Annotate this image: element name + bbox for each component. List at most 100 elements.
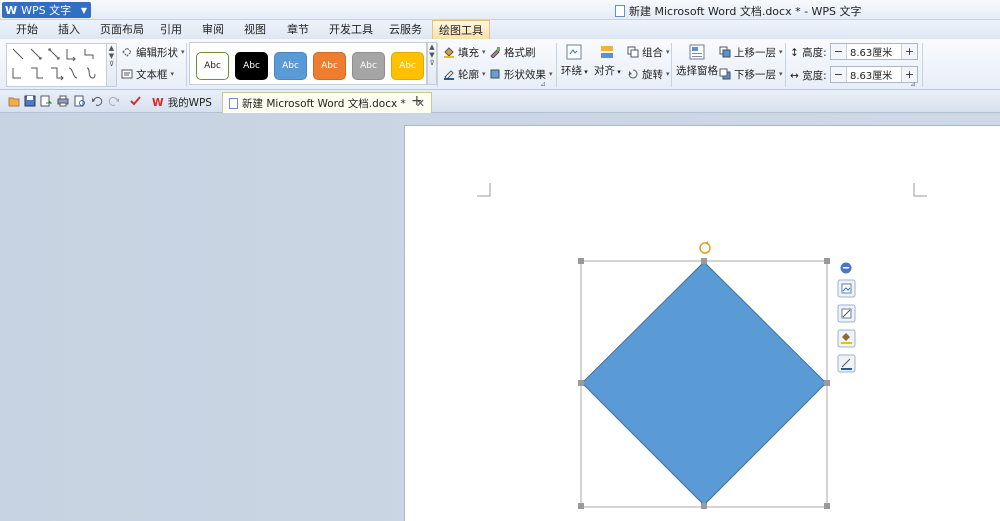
selection-pane-button[interactable]: 选择窗格 [676, 44, 718, 78]
ribbon: ▲ ▼ ⊽ 编辑形状 ▾ 文本框 ▾ 填充 ▾ 格式刷 轮廓 ▾ 形状效果 ▾ ⊿ 环绕 ▾ … [0, 39, 1000, 90]
resize-handle[interactable] [701, 258, 707, 264]
styles-scroll[interactable]: ▲ ▼ ⊽ [427, 42, 437, 85]
width-label: ↔ 宽度: [790, 70, 827, 82]
height-input[interactable]: 8.63厘米 [847, 44, 901, 59]
resize-handle[interactable] [701, 503, 707, 509]
wrap-button[interactable]: 环绕 ▾ [561, 44, 588, 78]
bring-forward-icon [719, 46, 731, 58]
rotate-icon [627, 68, 639, 80]
brush-icon [489, 46, 501, 59]
style-swatch[interactable]: Abc [313, 52, 346, 80]
chevron-down-icon: ▼ [80, 5, 87, 15]
width-input[interactable]: 8.63厘米 [847, 67, 901, 82]
height-decrease-button[interactable]: − [831, 44, 847, 59]
tab-sections[interactable]: 章节 [281, 20, 315, 39]
width-decrease-button[interactable]: − [831, 67, 847, 82]
size-dialog-launcher-icon[interactable]: ⊿ [910, 80, 916, 88]
height-increase-button[interactable]: + [901, 44, 917, 59]
fill-button[interactable]: 填充 ▾ [443, 44, 486, 60]
window-title: 新建 Microsoft Word 文档.docx * - WPS 文字 [615, 3, 862, 19]
resize-handle[interactable] [824, 258, 830, 264]
tab-home[interactable]: 开始 [10, 20, 44, 39]
tab-review[interactable]: 审阅 [196, 20, 230, 39]
save-icon[interactable] [24, 95, 36, 107]
tab-developer[interactable]: 开发工具 [323, 20, 379, 39]
title-bar: W WPS 文字 ▼ 新建 Microsoft Word 文档.docx * -… [0, 0, 1000, 20]
document-icon [615, 5, 625, 17]
open-folder-icon[interactable] [8, 95, 20, 107]
print-icon[interactable] [57, 95, 69, 107]
undo-icon[interactable] [91, 95, 103, 107]
resize-handle[interactable] [824, 503, 830, 509]
floating-layout-button[interactable] [837, 279, 856, 298]
rotate-button[interactable]: 旋转 ▾ [627, 66, 670, 82]
ribbon-divider [785, 43, 786, 87]
export-icon[interactable] [40, 95, 52, 107]
style-swatch[interactable]: Abc [391, 52, 424, 80]
print-preview-icon[interactable] [74, 95, 86, 107]
dialog-launcher-icon[interactable]: ⊿ [540, 80, 546, 88]
app-menu-button[interactable]: W WPS 文字 ▼ [2, 2, 91, 18]
height-spinner[interactable]: − 8.63厘米 + [830, 43, 918, 60]
ribbon-divider [671, 43, 672, 87]
wps-logo-icon: W [5, 3, 18, 17]
text-box-button[interactable]: 文本框 ▾ [121, 66, 174, 82]
shape-effects-icon [489, 68, 501, 80]
ribbon-divider [556, 43, 557, 87]
tab-drawing-tools[interactable]: 绘图工具 [432, 20, 490, 39]
edit-shape-icon [121, 46, 133, 58]
wrap-text-icon [566, 44, 582, 60]
style-swatch[interactable]: Abc [235, 52, 268, 80]
resize-handle[interactable] [578, 258, 584, 264]
line-shapes-scroll[interactable]: ▲ ▼ ⊽ [106, 43, 117, 87]
tab-page-layout[interactable]: 页面布局 [94, 20, 150, 39]
group-icon [627, 46, 639, 58]
tab-cloud[interactable]: 云服务 [383, 20, 428, 39]
style-swatch[interactable]: Abc [274, 52, 307, 80]
style-swatch[interactable]: Abc [196, 52, 229, 80]
new-tab-button[interactable]: + [411, 93, 423, 109]
tab-view[interactable]: 视图 [238, 20, 272, 39]
width-spinner[interactable]: − 8.63厘米 + [830, 66, 918, 83]
margin-corner-mark [913, 183, 927, 197]
style-swatch[interactable]: Abc [352, 52, 385, 80]
redo-icon[interactable] [108, 95, 120, 107]
height-icon: ↕ [790, 47, 799, 59]
floating-fill-button[interactable] [837, 329, 856, 348]
shape-styles-gallery[interactable]: Abc Abc Abc Abc Abc Abc [189, 42, 427, 85]
line-shapes-icon [12, 48, 96, 81]
height-label: ↕ 高度: [790, 47, 827, 59]
outline-button[interactable]: 轮廓 ▾ [443, 66, 486, 82]
floating-edit-shape-button[interactable] [837, 304, 856, 323]
edit-shape-button[interactable]: 编辑形状 ▾ [121, 44, 185, 60]
resize-handle[interactable] [578, 380, 584, 386]
floating-outline-button[interactable] [837, 354, 856, 373]
ribbon-divider [922, 43, 923, 87]
group-button[interactable]: 组合 ▾ [627, 44, 670, 60]
wps-logo-icon: W [152, 96, 164, 109]
ribbon-divider [437, 43, 438, 87]
resize-handle[interactable] [578, 503, 584, 509]
pen-outline-icon [443, 68, 455, 80]
width-icon: ↔ [790, 70, 799, 82]
margin-corner-mark [477, 183, 491, 197]
menu-bar: 开始 插入 页面布局 引用 审阅 视图 章节 开发工具 云服务 绘图工具 [0, 20, 1000, 39]
paint-bucket-icon [443, 46, 455, 58]
resize-handle[interactable] [824, 380, 830, 386]
bring-forward-button[interactable]: 上移一层 ▾ [719, 44, 783, 60]
app-name: WPS 文字 [21, 4, 72, 17]
document-tab-bar: W 我的WPS ✕ 新建 Microsoft Word 文档.docx * ✕ [0, 90, 1000, 113]
line-shapes-gallery[interactable] [6, 43, 110, 87]
minus-icon [843, 267, 849, 269]
align-button[interactable]: 对齐 ▾ [594, 44, 621, 78]
document-icon [229, 97, 238, 109]
selection-pane-icon [689, 44, 705, 60]
tab-document[interactable]: 新建 Microsoft Word 文档.docx * ✕ [222, 92, 433, 113]
tab-references[interactable]: 引用 [154, 20, 188, 39]
checkmark-icon[interactable] [130, 95, 142, 107]
send-backward-icon [719, 68, 731, 80]
ribbon-divider [186, 43, 187, 87]
tab-insert[interactable]: 插入 [52, 20, 86, 39]
send-backward-button[interactable]: 下移一层 ▾ [719, 66, 783, 82]
format-painter-button[interactable]: 格式刷 [489, 44, 536, 60]
